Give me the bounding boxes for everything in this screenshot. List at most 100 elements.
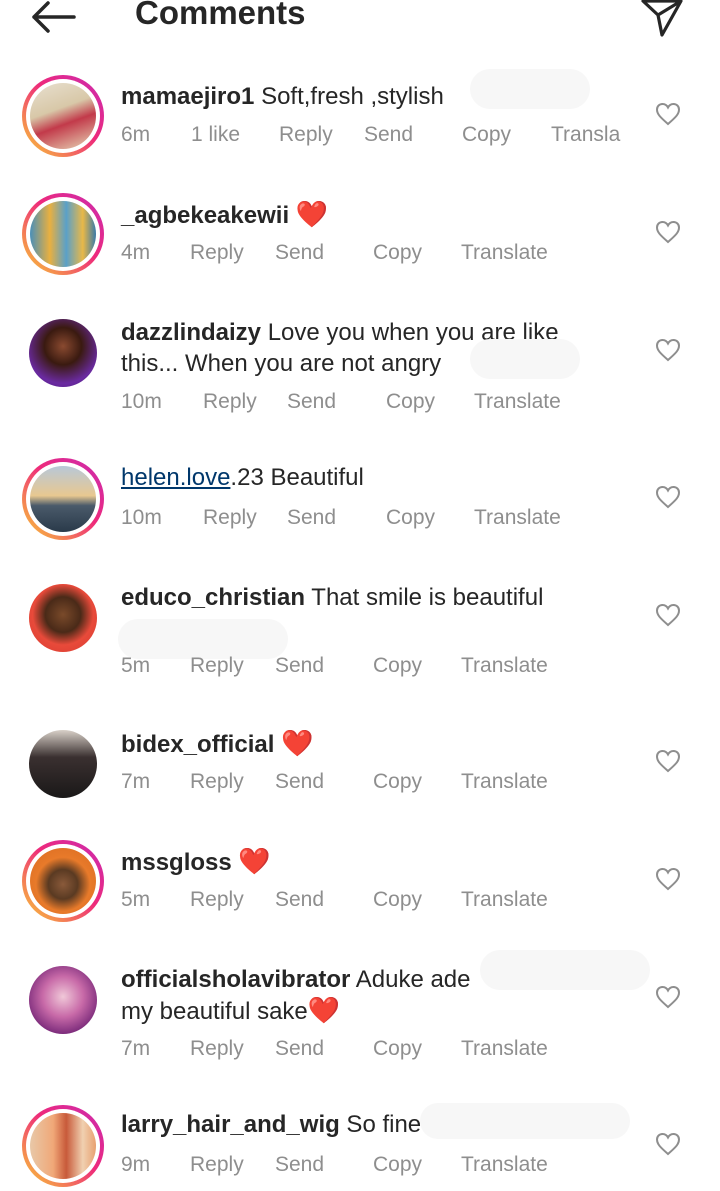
- copy-button[interactable]: Copy: [386, 506, 435, 530]
- avatar[interactable]: [29, 730, 97, 798]
- comment-text: bidex_official ❤️: [121, 728, 621, 760]
- translate-button[interactable]: Translate: [461, 1037, 548, 1061]
- send-button[interactable]: Send: [364, 123, 413, 147]
- copy-button[interactable]: Copy: [373, 1153, 422, 1177]
- comment-time: 5m: [121, 888, 151, 911]
- comment-body: Beautiful: [263, 464, 364, 491]
- reply-button[interactable]: Reply: [190, 770, 244, 794]
- heart-emoji: ❤️: [238, 846, 271, 876]
- avatar[interactable]: [29, 319, 97, 387]
- send-button[interactable]: Send: [275, 1037, 324, 1061]
- translate-button[interactable]: Translate: [461, 770, 548, 794]
- reply-button[interactable]: Reply: [190, 654, 244, 678]
- heart-icon[interactable]: [655, 1132, 681, 1156]
- comment-username[interactable]: dazzlindaizy: [121, 319, 261, 346]
- heart-icon[interactable]: [655, 867, 681, 891]
- translate-button[interactable]: Translate: [461, 241, 548, 265]
- avatar[interactable]: [29, 966, 97, 1034]
- reply-button[interactable]: Reply: [190, 888, 244, 912]
- send-button[interactable]: Send: [287, 506, 336, 530]
- send-button[interactable]: Send: [275, 1153, 324, 1177]
- reply-button[interactable]: Reply: [190, 1037, 244, 1061]
- comment-body: That smile is beautiful: [305, 584, 544, 611]
- comment-username[interactable]: mamaejiro1: [121, 83, 254, 110]
- translate-button[interactable]: Translate: [461, 1153, 548, 1177]
- comment-time: 4m: [121, 241, 151, 264]
- avatar[interactable]: [22, 840, 104, 922]
- like-count[interactable]: 1 like: [191, 123, 240, 147]
- comment-time: 10m: [121, 390, 162, 413]
- send-button[interactable]: Send: [275, 241, 324, 265]
- copy-button[interactable]: Copy: [462, 123, 511, 147]
- comment-text: _agbekeakewii ❤️: [121, 199, 621, 231]
- comment-username[interactable]: larry_hair_and_wig: [121, 1111, 340, 1138]
- comment-text: mssgloss ❤️: [121, 846, 621, 878]
- comment-text: helen.love.23 Beautiful: [121, 462, 621, 493]
- avatar[interactable]: [22, 75, 104, 157]
- reply-button[interactable]: Reply: [279, 123, 333, 147]
- reply-button[interactable]: Reply: [203, 506, 257, 530]
- translate-button[interactable]: Transla: [551, 123, 620, 147]
- comment-username[interactable]: educo_christian: [121, 584, 305, 611]
- comment-time: 9m: [121, 1153, 151, 1176]
- heart-icon[interactable]: [655, 102, 681, 126]
- comment-body: Soft,fresh ,stylish: [254, 83, 444, 110]
- comment-username: .23: [230, 464, 264, 491]
- reply-button[interactable]: Reply: [190, 1153, 244, 1177]
- comment-item: _agbekeakewii ❤️ 4m Reply Send Copy Tran…: [0, 191, 720, 301]
- comment-text: educo_christian That smile is beautiful: [121, 582, 621, 613]
- translate-button[interactable]: Translate: [461, 654, 548, 678]
- reply-button[interactable]: Reply: [190, 241, 244, 265]
- heart-emoji: ❤️: [281, 728, 314, 758]
- comment-text: officialsholavibrator Aduke ade my beaut…: [121, 964, 481, 1027]
- paper-plane-icon[interactable]: [640, 0, 684, 38]
- avatar[interactable]: [22, 193, 104, 275]
- comment-username[interactable]: _agbekeakewii: [121, 202, 289, 229]
- copy-button[interactable]: Copy: [373, 888, 422, 912]
- heart-icon[interactable]: [655, 485, 681, 509]
- comment-body: So fine: [339, 1111, 422, 1138]
- send-button[interactable]: Send: [275, 888, 324, 912]
- header-bar: Comments: [0, 0, 720, 40]
- page-title: Comments: [135, 0, 306, 31]
- translate-button[interactable]: Translate: [474, 506, 561, 530]
- comment-item: officialsholavibrator Aduke ade my beaut…: [0, 950, 720, 1086]
- arrow-left-icon[interactable]: [30, 0, 76, 34]
- comment-time: 5m: [121, 654, 151, 677]
- comment-item: mamaejiro1 Soft,fresh ,stylish 6m 1 like…: [0, 69, 720, 183]
- avatar[interactable]: [29, 584, 97, 652]
- comment-item: educo_christian That smile is beautiful …: [0, 574, 720, 684]
- comment-item: helen.love.23 Beautiful 10m Reply Send C…: [0, 456, 720, 566]
- copy-button[interactable]: Copy: [373, 770, 422, 794]
- comment-item: mssgloss ❤️ 5m Reply Send Copy Translate: [0, 838, 720, 948]
- heart-icon[interactable]: [655, 338, 681, 362]
- heart-emoji: ❤️: [307, 995, 341, 1025]
- heart-icon[interactable]: [655, 220, 681, 244]
- heart-icon[interactable]: [655, 603, 681, 627]
- comment-time: 6m: [121, 123, 151, 146]
- copy-button[interactable]: Copy: [373, 241, 422, 265]
- comment-item: bidex_official ❤️ 7m Reply Send Copy Tra…: [0, 720, 720, 830]
- translate-button[interactable]: Translate: [474, 390, 561, 414]
- copy-button[interactable]: Copy: [386, 390, 435, 414]
- send-button[interactable]: Send: [275, 654, 324, 678]
- reply-button[interactable]: Reply: [203, 390, 257, 414]
- send-button[interactable]: Send: [275, 770, 324, 794]
- comment-username[interactable]: mssgloss: [121, 849, 232, 876]
- comment-username[interactable]: officialsholavibrator: [121, 966, 350, 993]
- translate-button[interactable]: Translate: [461, 888, 548, 912]
- heart-emoji: ❤️: [295, 199, 329, 229]
- comment-item: larry_hair_and_wig So fine 9m Reply Send…: [0, 1103, 720, 1191]
- avatar[interactable]: [22, 1105, 104, 1187]
- comment-username[interactable]: bidex_official: [121, 731, 274, 758]
- comment-time: 7m: [121, 770, 151, 793]
- send-button[interactable]: Send: [287, 390, 336, 414]
- avatar[interactable]: [22, 458, 104, 540]
- copy-button[interactable]: Copy: [373, 1037, 422, 1061]
- copy-button[interactable]: Copy: [373, 654, 422, 678]
- comment-item: dazzlindaizy Love you when you are like …: [0, 309, 720, 439]
- comment-time: 10m: [121, 506, 162, 529]
- mention-link[interactable]: helen.love: [121, 464, 230, 491]
- heart-icon[interactable]: [655, 749, 681, 773]
- heart-icon[interactable]: [655, 985, 681, 1009]
